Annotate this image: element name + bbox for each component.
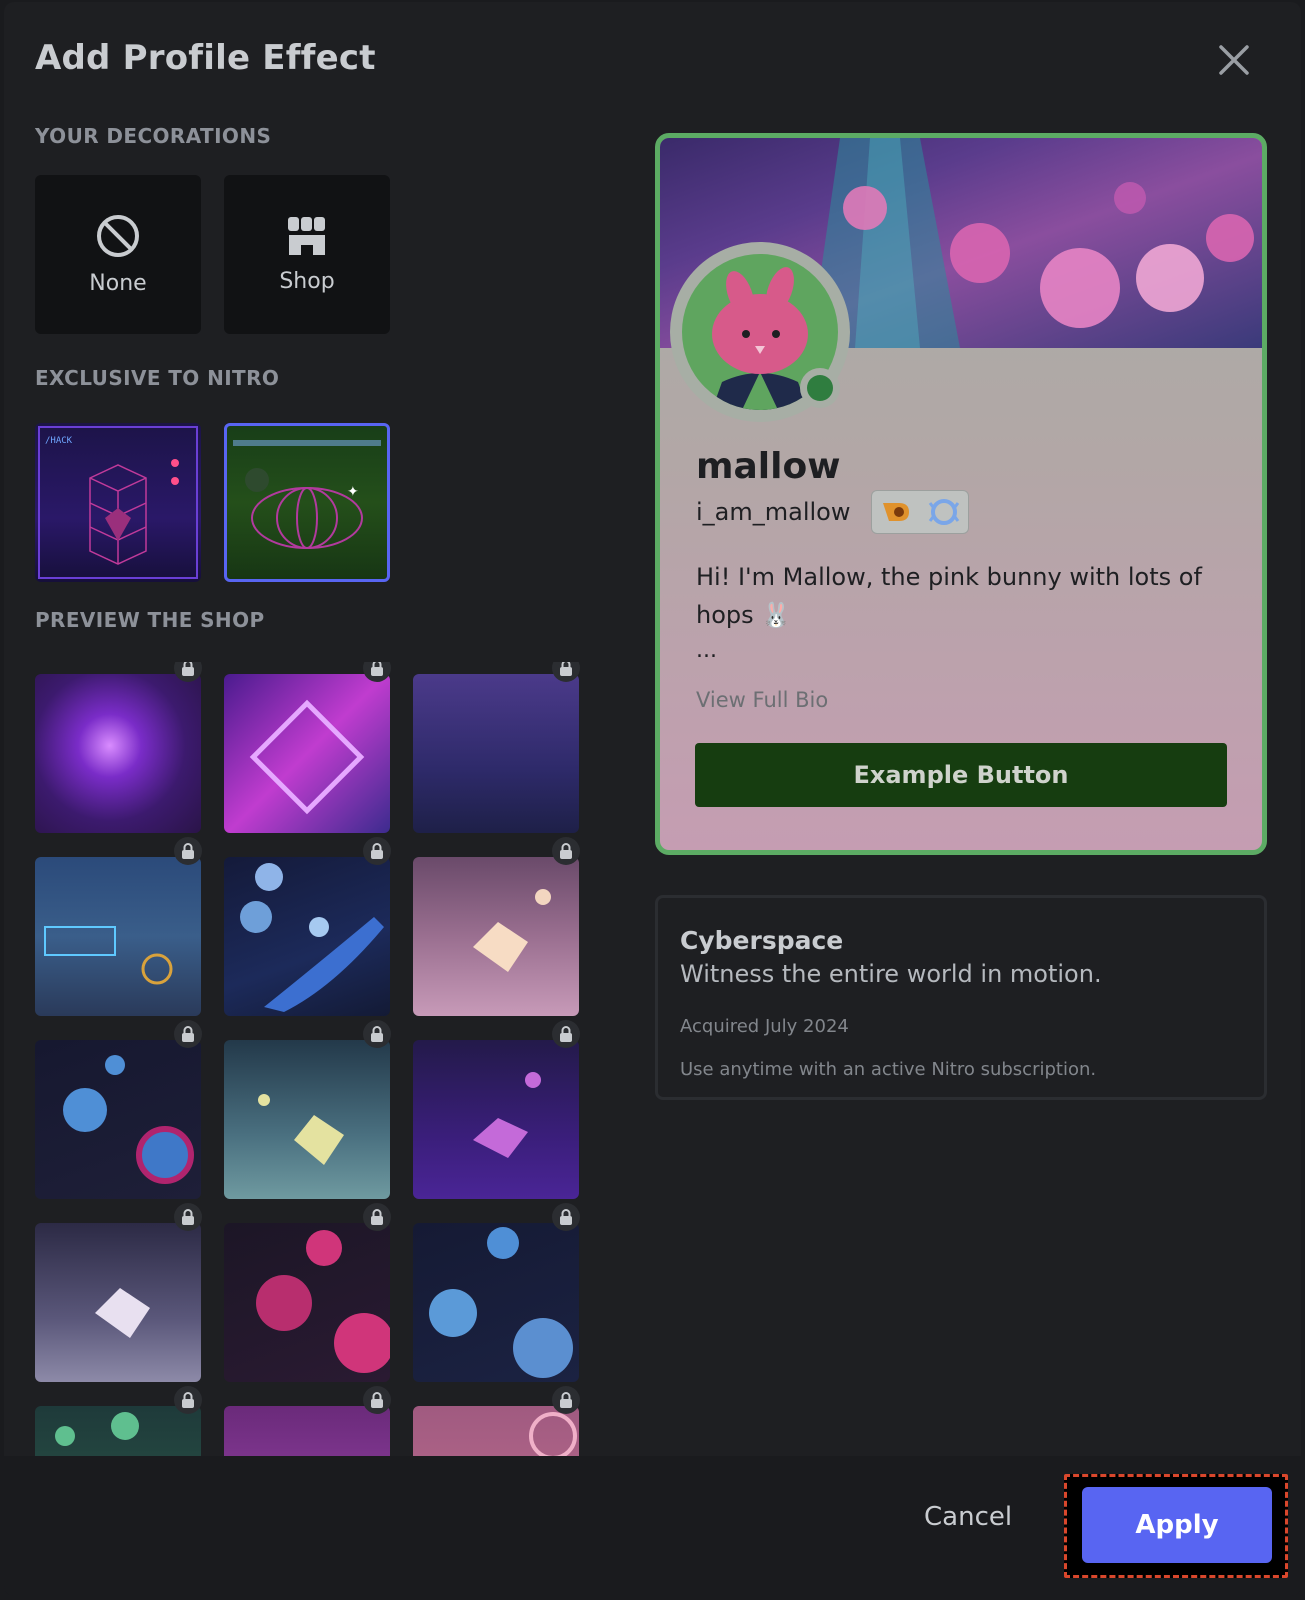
profile-badges bbox=[871, 490, 969, 534]
lock-icon bbox=[552, 1386, 580, 1414]
profile-display-name: mallow bbox=[696, 446, 841, 487]
example-button[interactable]: Example Button bbox=[695, 743, 1227, 807]
cancel-button[interactable]: Cancel bbox=[924, 1502, 1012, 1532]
section-your-decorations: YOUR DECORATIONS bbox=[35, 124, 272, 148]
shop-icon bbox=[288, 217, 325, 255]
decoration-none[interactable]: None bbox=[35, 175, 201, 334]
profile-preview-card: mallow i_am_mallow Hi! I'm Mallow, the p… bbox=[655, 133, 1267, 855]
lock-icon bbox=[174, 1386, 202, 1414]
shop-tile[interactable] bbox=[413, 1223, 579, 1382]
nitro-badge-icon[interactable] bbox=[927, 497, 961, 527]
lock-icon bbox=[552, 837, 580, 865]
lock-icon bbox=[174, 837, 202, 865]
lock-icon bbox=[363, 1386, 391, 1414]
lock-icon bbox=[174, 1020, 202, 1048]
shop-tile[interactable] bbox=[413, 1406, 579, 1456]
lock-icon bbox=[363, 837, 391, 865]
shop-grid[interactable] bbox=[4, 662, 624, 1456]
lock-icon bbox=[552, 1020, 580, 1048]
shop-tile[interactable] bbox=[35, 1223, 201, 1382]
svg-text:✦: ✦ bbox=[347, 484, 359, 500]
effect-tile-cyberspace-selected[interactable]: ✦ bbox=[224, 423, 390, 582]
section-exclusive-nitro: EXCLUSIVE TO NITRO bbox=[35, 366, 280, 390]
effect-description: Witness the entire world in motion. bbox=[680, 960, 1102, 988]
decoration-shop-label: Shop bbox=[279, 269, 335, 294]
section-preview-shop: PREVIEW THE SHOP bbox=[35, 608, 265, 632]
effect-acquired-date: Acquired July 2024 bbox=[680, 1016, 849, 1037]
shop-tile[interactable] bbox=[224, 1040, 390, 1199]
shop-tile[interactable] bbox=[35, 674, 201, 833]
profile-username: i_am_mallow bbox=[696, 498, 851, 526]
shop-tile[interactable] bbox=[224, 1406, 390, 1456]
shop-tile[interactable] bbox=[224, 857, 390, 1016]
lock-icon bbox=[363, 1020, 391, 1048]
svg-text:/HACK: /HACK bbox=[45, 436, 73, 446]
effect-tile-nitro-1[interactable]: /HACK bbox=[35, 423, 201, 582]
effect-usage-note: Use anytime with an active Nitro subscri… bbox=[680, 1059, 1097, 1080]
effect-name: Cyberspace bbox=[680, 926, 844, 955]
shop-tile[interactable] bbox=[35, 857, 201, 1016]
shop-tile[interactable] bbox=[413, 1040, 579, 1199]
effect-info-card: Cyberspace Witness the entire world in m… bbox=[655, 895, 1267, 1100]
shop-tile[interactable] bbox=[224, 1223, 390, 1382]
lock-icon bbox=[552, 1203, 580, 1231]
shop-tile[interactable] bbox=[35, 1040, 201, 1199]
profile-effect-modal: Add Profile Effect YOUR DECORATIONS None… bbox=[4, 2, 1301, 1596]
shop-tile[interactable] bbox=[413, 857, 579, 1016]
close-icon[interactable] bbox=[1214, 40, 1254, 80]
decoration-shop[interactable]: Shop bbox=[224, 175, 390, 334]
profile-bio: Hi! I'm Mallow, the pink bunny with lots… bbox=[696, 558, 1216, 634]
hypesquad-badge-icon[interactable] bbox=[879, 497, 913, 527]
shop-tile[interactable] bbox=[224, 674, 390, 833]
profile-bio-line-2: hops 🐰 bbox=[696, 601, 792, 629]
shop-tile[interactable] bbox=[35, 1406, 201, 1456]
online-status-indicator bbox=[800, 368, 840, 408]
none-icon bbox=[97, 215, 139, 257]
apply-button[interactable]: Apply bbox=[1082, 1487, 1272, 1563]
profile-bio-line-1: Hi! I'm Mallow, the pink bunny with lots… bbox=[696, 563, 1202, 591]
view-full-bio-link[interactable]: View Full Bio bbox=[696, 688, 828, 712]
shop-tile[interactable] bbox=[413, 674, 579, 833]
decoration-none-label: None bbox=[89, 271, 147, 296]
modal-title: Add Profile Effect bbox=[35, 38, 376, 78]
lock-icon bbox=[174, 1203, 202, 1231]
lock-icon bbox=[363, 1203, 391, 1231]
profile-bio-ellipsis: ... bbox=[696, 638, 717, 663]
